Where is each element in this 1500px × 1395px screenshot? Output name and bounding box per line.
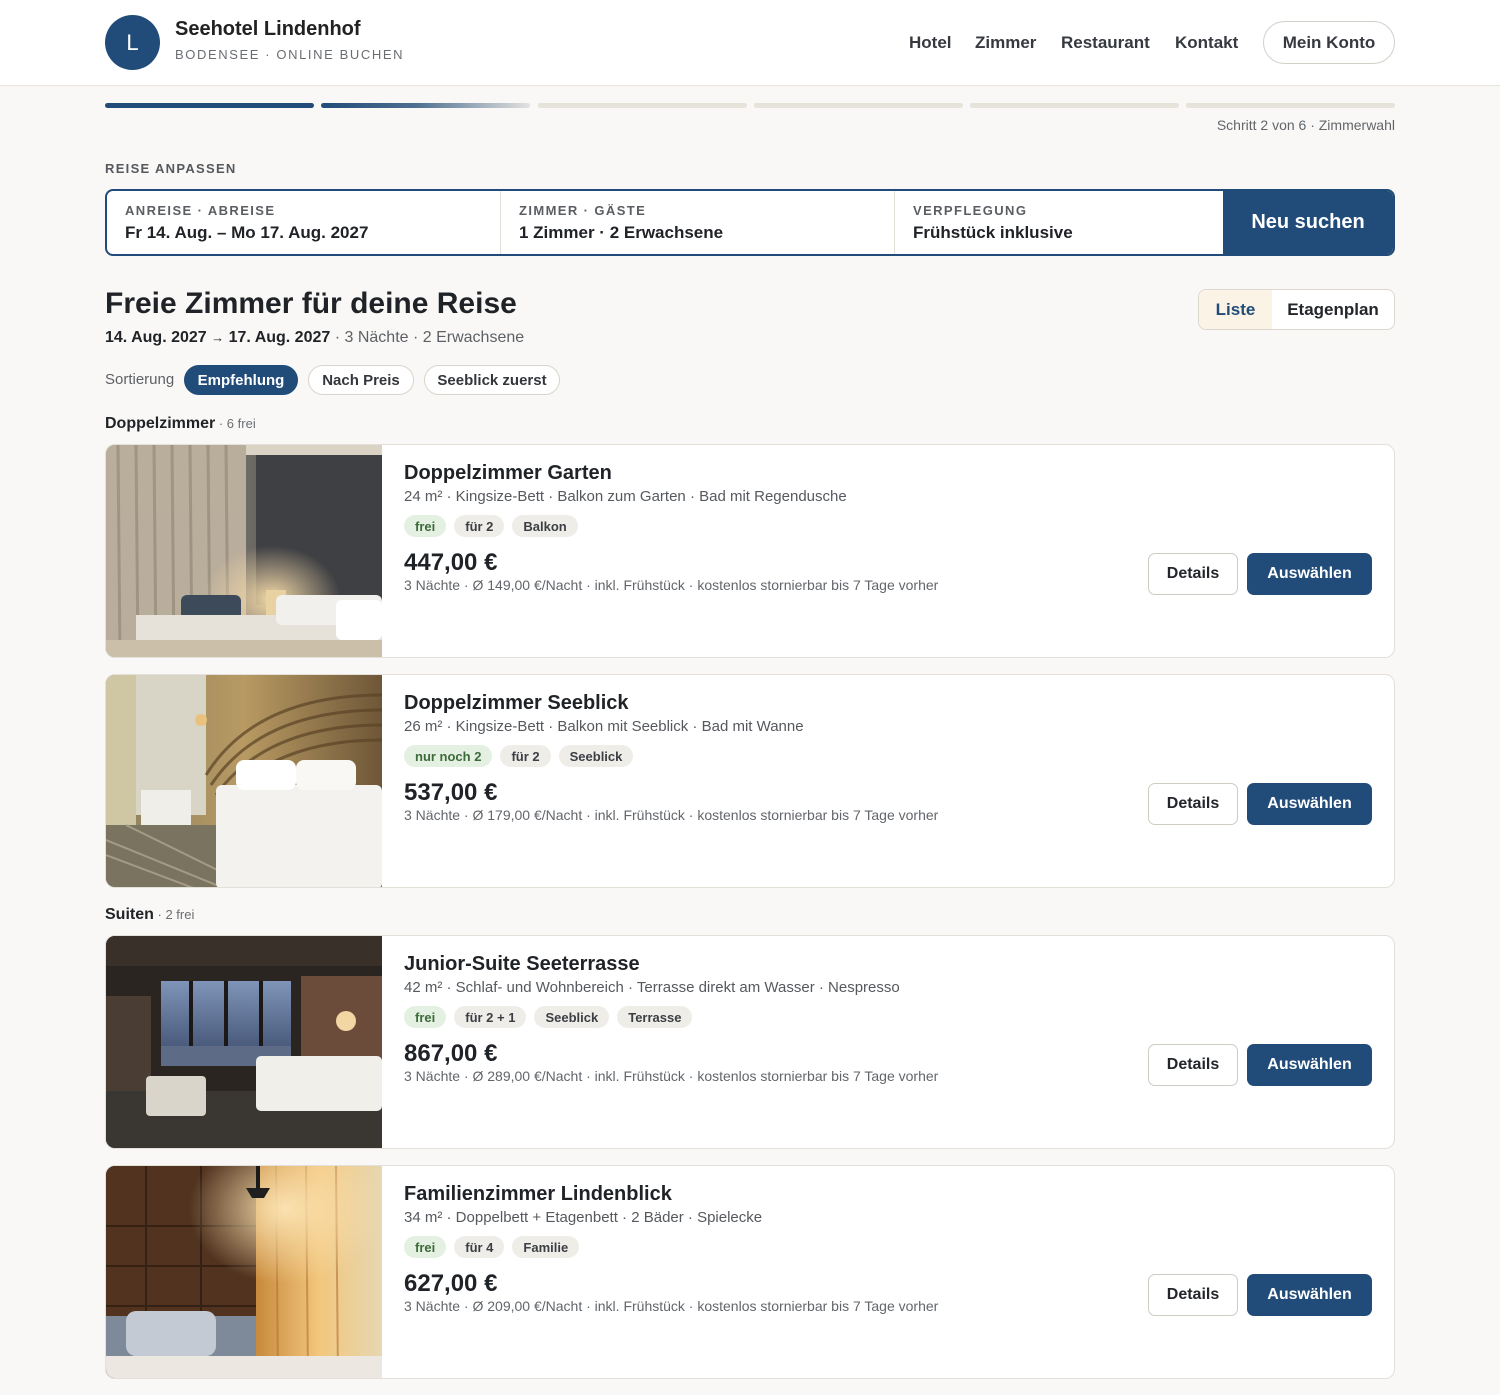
details-button[interactable]: Details [1148, 1044, 1238, 1086]
progress-step-6 [1186, 103, 1395, 108]
price-note: 3 Nächte · Ø 289,00 €/Nacht · inkl. Früh… [404, 1068, 939, 1084]
availability-tag: nur noch 2 [404, 745, 493, 767]
sort-price-chip[interactable]: Nach Preis [308, 365, 414, 395]
hotel-logo[interactable]: L [105, 15, 160, 70]
view-list-button[interactable]: Liste [1199, 290, 1272, 329]
progress-step-2 [321, 103, 530, 108]
feature-tag: Balkon [512, 515, 578, 537]
room-tags: nur noch 2 für 2 Seeblick [404, 745, 634, 767]
search-section-label: REISE ANPASSEN [105, 161, 237, 176]
room-tags: frei für 4 Familie [404, 1236, 580, 1258]
progress-step-5 [970, 103, 1179, 108]
nav-hotel[interactable]: Hotel [909, 33, 952, 53]
select-button[interactable]: Auswählen [1247, 1044, 1372, 1086]
search-bar: ANREISE · ABREISE Fr 14. Aug. – Mo 17. A… [105, 189, 1395, 256]
room-price: 537,00 € [404, 779, 498, 806]
availability-tag: frei [404, 515, 447, 537]
rooms-guests-value: 1 Zimmer · 2 Erwachsene [519, 223, 724, 242]
search-button[interactable]: Neu suchen [1223, 191, 1393, 254]
room-price: 627,00 € [404, 1270, 498, 1297]
price-note: 3 Nächte · Ø 209,00 €/Nacht · inkl. Früh… [404, 1298, 939, 1314]
select-button[interactable]: Auswählen [1247, 553, 1372, 595]
room-description: 42 m² · Schlaf- und Wohnbereich · Terras… [404, 979, 900, 996]
hotel-name[interactable]: Seehotel Lindenhof [175, 18, 361, 41]
rooms-guests-label: ZIMMER · GÄSTE [519, 203, 647, 218]
room-photo[interactable] [106, 936, 382, 1149]
date-to: 17. Aug. 2027 [228, 329, 331, 346]
board-field[interactable]: VERPFLEGUNG Frühstück inklusive [895, 191, 1225, 254]
room-tags: frei für 2 + 1 Seeblick Terrasse [404, 1006, 693, 1028]
details-button[interactable]: Details [1148, 1274, 1238, 1316]
select-button[interactable]: Auswählen [1247, 1274, 1372, 1316]
nav-restaurant[interactable]: Restaurant [1061, 33, 1150, 53]
rooms-guests-field[interactable]: ZIMMER · GÄSTE 1 Zimmer · 2 Erwachsene [501, 191, 895, 254]
room-name[interactable]: Doppelzimmer Garten [404, 462, 612, 485]
details-button[interactable]: Details [1148, 783, 1238, 825]
feature-tag: Terrasse [617, 1006, 693, 1028]
group-heading-suites: Suiten · 2 frei [105, 906, 194, 924]
occupancy-tag: für 2 [500, 745, 551, 767]
date-from: 14. Aug. 2027 [105, 329, 207, 346]
view-toggle: Liste Etagenplan [1198, 289, 1395, 330]
sort-recommendation-chip[interactable]: Empfehlung [184, 365, 298, 395]
date-arrow: → [211, 330, 225, 345]
progress-step-4 [754, 103, 963, 108]
room-card: Junior-Suite Seeterrasse 42 m² · Schlaf-… [105, 935, 1395, 1149]
room-description: 34 m² · Doppelbett + Etagenbett · 2 Bäde… [404, 1209, 763, 1226]
price-note: 3 Nächte · Ø 179,00 €/Nacht · inkl. Früh… [404, 807, 939, 823]
room-photo[interactable] [106, 445, 382, 658]
group-count: · 6 frei [215, 416, 256, 431]
dates-field[interactable]: ANREISE · ABREISE Fr 14. Aug. – Mo 17. A… [107, 191, 501, 254]
room-name[interactable]: Junior-Suite Seeterrasse [404, 953, 640, 976]
room-description: 26 m² · Kingsize-Bett · Balkon mit Seebl… [404, 718, 804, 735]
room-card: Familienzimmer Lindenblick 34 m² · Doppe… [105, 1165, 1395, 1379]
select-button[interactable]: Auswählen [1247, 783, 1372, 825]
group-heading-double: Doppelzimmer · 6 frei [105, 415, 256, 433]
site-header: L Seehotel Lindenhof BODENSEE · ONLINE B… [0, 0, 1500, 86]
room-name[interactable]: Familienzimmer Lindenblick [404, 1183, 672, 1206]
dates-value: Fr 14. Aug. – Mo 17. Aug. 2027 [125, 223, 369, 242]
room-price: 867,00 € [404, 1040, 498, 1067]
progress-step-1 [105, 103, 314, 108]
group-count: · 2 frei [153, 907, 195, 922]
view-floorplan-button[interactable]: Etagenplan [1272, 290, 1394, 329]
occupancy-tag: für 2 [454, 515, 505, 537]
sort-label: Sortierung [105, 371, 175, 388]
availability-tag: frei [404, 1236, 447, 1258]
trip-summary: 14. Aug. 2027 → 17. Aug. 2027 · 3 Nächte… [105, 329, 524, 347]
feature-tag: Seeblick [534, 1006, 610, 1028]
details-button[interactable]: Details [1148, 553, 1238, 595]
trip-summary-text: · 3 Nächte · 2 Erwachsene [330, 329, 525, 346]
room-photo[interactable] [106, 675, 382, 888]
progress-label: Schritt 2 von 6 · Zimmerwahl [1216, 117, 1395, 133]
sort-lakeview-chip[interactable]: Seeblick zuerst [424, 365, 560, 395]
price-note: 3 Nächte · Ø 149,00 €/Nacht · inkl. Früh… [404, 577, 939, 593]
nav-kontakt[interactable]: Kontakt [1175, 33, 1238, 53]
board-value: Frühstück inklusive [913, 223, 1073, 242]
nav-zimmer[interactable]: Zimmer [975, 33, 1036, 53]
availability-tag: frei [404, 1006, 447, 1028]
room-description: 24 m² · Kingsize-Bett · Balkon zum Garte… [404, 488, 847, 505]
feature-tag: Seeblick [558, 745, 634, 767]
progress-step-3 [538, 103, 747, 108]
feature-tag: Familie [512, 1236, 580, 1258]
room-photo[interactable] [106, 1166, 382, 1379]
room-name[interactable]: Doppelzimmer Seeblick [404, 692, 629, 715]
room-card: Doppelzimmer Seeblick 26 m² · Kingsize-B… [105, 674, 1395, 888]
hotel-subtitle: BODENSEE · ONLINE BUCHEN [175, 47, 405, 62]
group-name: Suiten [105, 906, 154, 923]
account-button[interactable]: Mein Konto [1263, 21, 1395, 64]
page-title: Freie Zimmer für deine Reise [105, 287, 517, 320]
occupancy-tag: für 2 + 1 [454, 1006, 527, 1028]
room-card: Doppelzimmer Garten 24 m² · Kingsize-Bet… [105, 444, 1395, 658]
room-price: 447,00 € [404, 549, 498, 576]
dates-label: ANREISE · ABREISE [125, 203, 276, 218]
room-tags: frei für 2 Balkon [404, 515, 578, 537]
occupancy-tag: für 4 [454, 1236, 505, 1258]
group-name: Doppelzimmer [105, 415, 216, 432]
board-label: VERPFLEGUNG [913, 203, 1028, 218]
